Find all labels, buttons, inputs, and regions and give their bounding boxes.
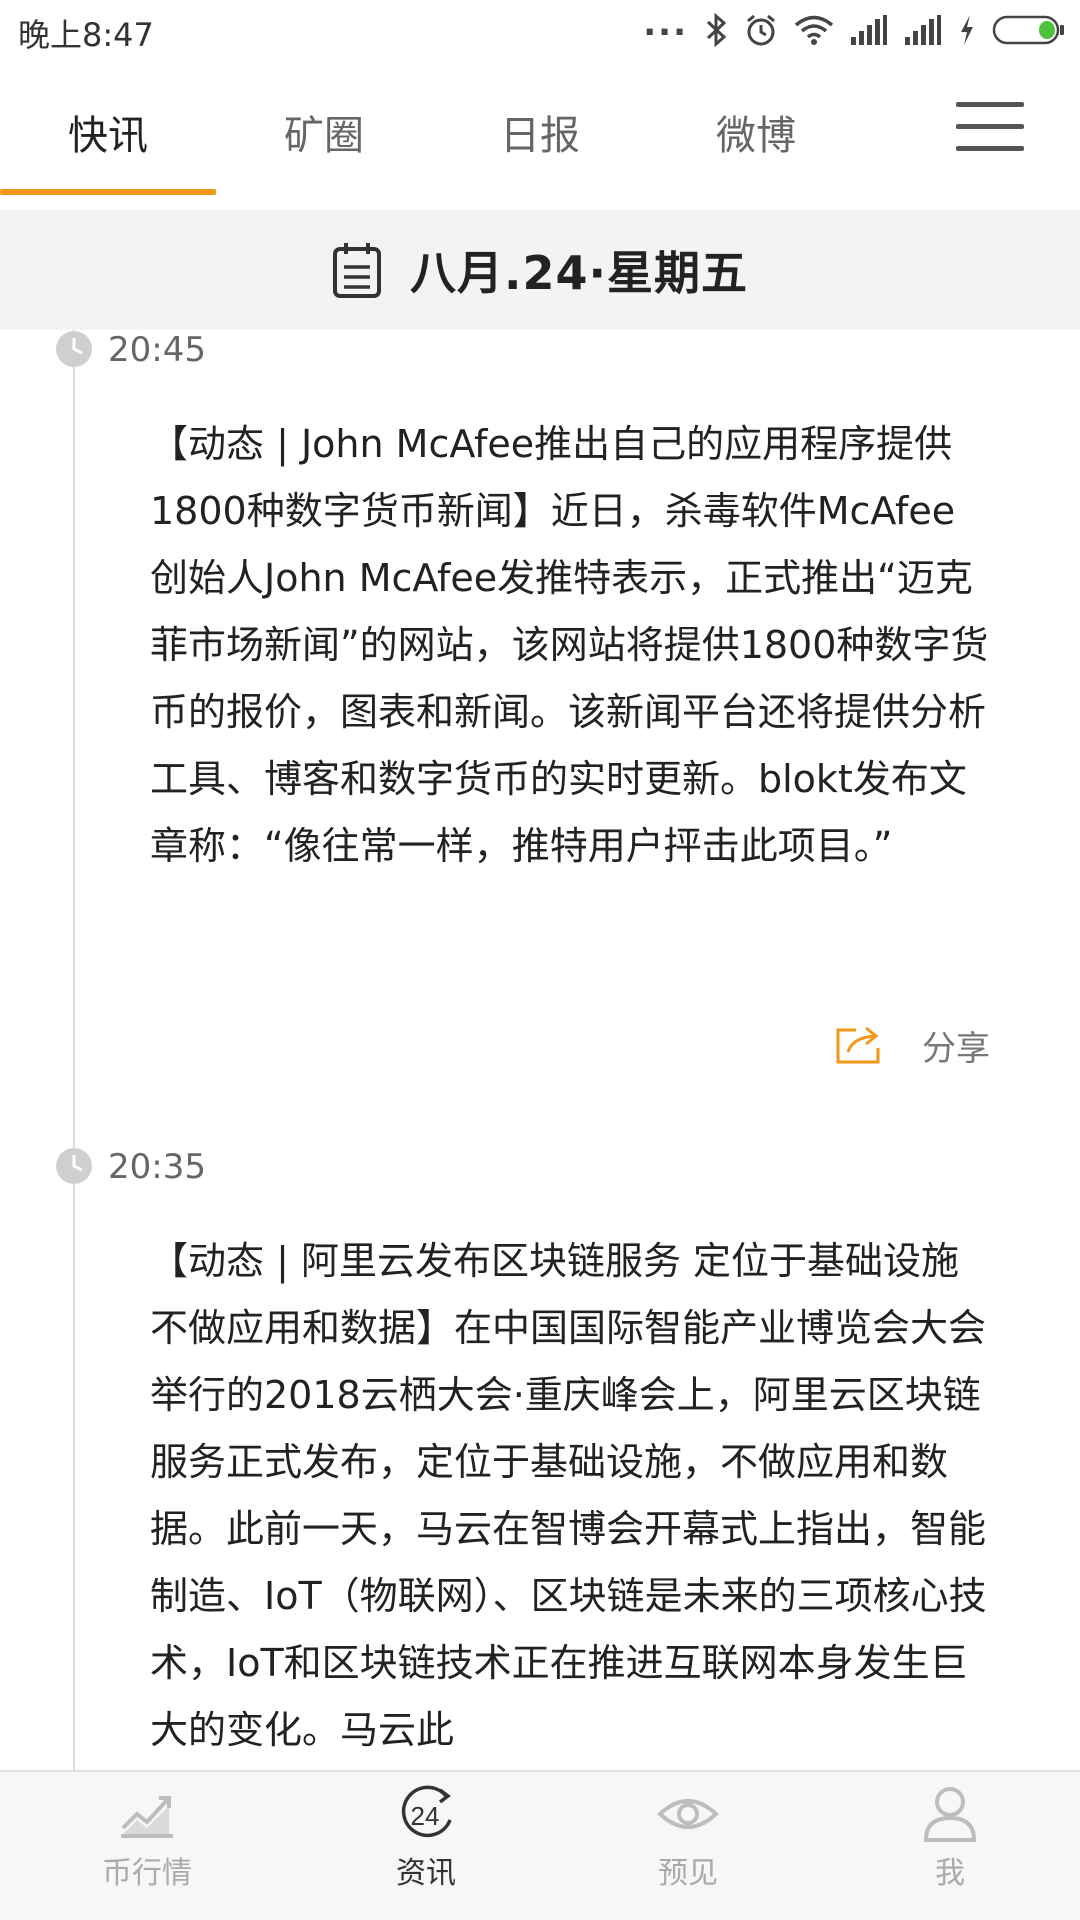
clock-icon bbox=[56, 331, 92, 367]
svg-text:24: 24 bbox=[411, 1801, 440, 1831]
nav-label: 资讯 bbox=[396, 1856, 456, 1891]
charging-icon bbox=[961, 15, 973, 45]
alarm-icon bbox=[747, 14, 775, 46]
app-screen: 晚上8:47 ... 快讯 矿圈 日报 微博 八月.24·星期五 20:45 【… bbox=[0, 0, 1080, 1920]
battery-icon bbox=[992, 15, 1064, 45]
bluetooth-icon bbox=[706, 13, 727, 47]
signal-icon-2 bbox=[905, 15, 941, 45]
nav-yujian[interactable]: 预见 bbox=[588, 1784, 788, 1914]
status-time: 晚上8:47 bbox=[18, 16, 154, 54]
calendar-icon bbox=[333, 243, 382, 298]
clock-icon bbox=[56, 1148, 92, 1184]
tab-kuaixun[interactable]: 快讯 bbox=[0, 100, 216, 172]
share-icon bbox=[836, 1026, 880, 1064]
news-time: 20:35 bbox=[108, 1147, 206, 1187]
news-time: 20:45 bbox=[108, 330, 206, 370]
share-button[interactable]: 分享 bbox=[834, 1020, 990, 1070]
date-text: 八月.24·星期五 bbox=[410, 246, 748, 300]
status-bar: 晚上8:47 ... bbox=[0, 0, 1080, 60]
share-label: 分享 bbox=[922, 1028, 990, 1069]
top-tab-bar: 快讯 矿圈 日报 微博 bbox=[0, 60, 1080, 210]
user-icon bbox=[923, 1787, 977, 1842]
nav-label: 币行情 bbox=[102, 1856, 192, 1891]
nav-bihangqing[interactable]: 币行情 bbox=[47, 1784, 247, 1914]
nav-label: 预见 bbox=[658, 1856, 718, 1891]
news-content[interactable]: 【动态 | John McAfee推出自己的应用程序提供1800种数字货币新闻】… bbox=[150, 411, 990, 880]
wifi-icon bbox=[794, 15, 834, 45]
24h-icon: 24 bbox=[401, 1785, 452, 1838]
tab-ribao[interactable]: 日报 bbox=[432, 100, 648, 172]
signal-icon-1 bbox=[851, 15, 887, 45]
active-tab-indicator bbox=[0, 189, 216, 195]
timeline-line bbox=[73, 330, 75, 1770]
menu-icon[interactable] bbox=[956, 100, 1024, 154]
more-dots-icon: ... bbox=[643, 4, 688, 44]
status-icons: ... bbox=[643, 4, 1066, 50]
tab-kuangquan[interactable]: 矿圈 bbox=[216, 100, 432, 172]
eye-icon bbox=[657, 1799, 719, 1829]
nav-zixun[interactable]: 24 资讯 bbox=[326, 1784, 526, 1914]
bottom-navigation: 币行情 24 资讯 预见 我 bbox=[0, 1770, 1080, 1920]
date-header: 八月.24·星期五 bbox=[0, 210, 1080, 330]
tab-weibo[interactable]: 微博 bbox=[648, 100, 864, 172]
nav-wo[interactable]: 我 bbox=[850, 1784, 1050, 1914]
chart-icon bbox=[121, 1796, 173, 1838]
news-content[interactable]: 【动态 | 阿里云发布区块链服务 定位于基础设施 不做应用和数据】在中国国际智能… bbox=[150, 1228, 990, 1764]
nav-label: 我 bbox=[935, 1856, 965, 1891]
